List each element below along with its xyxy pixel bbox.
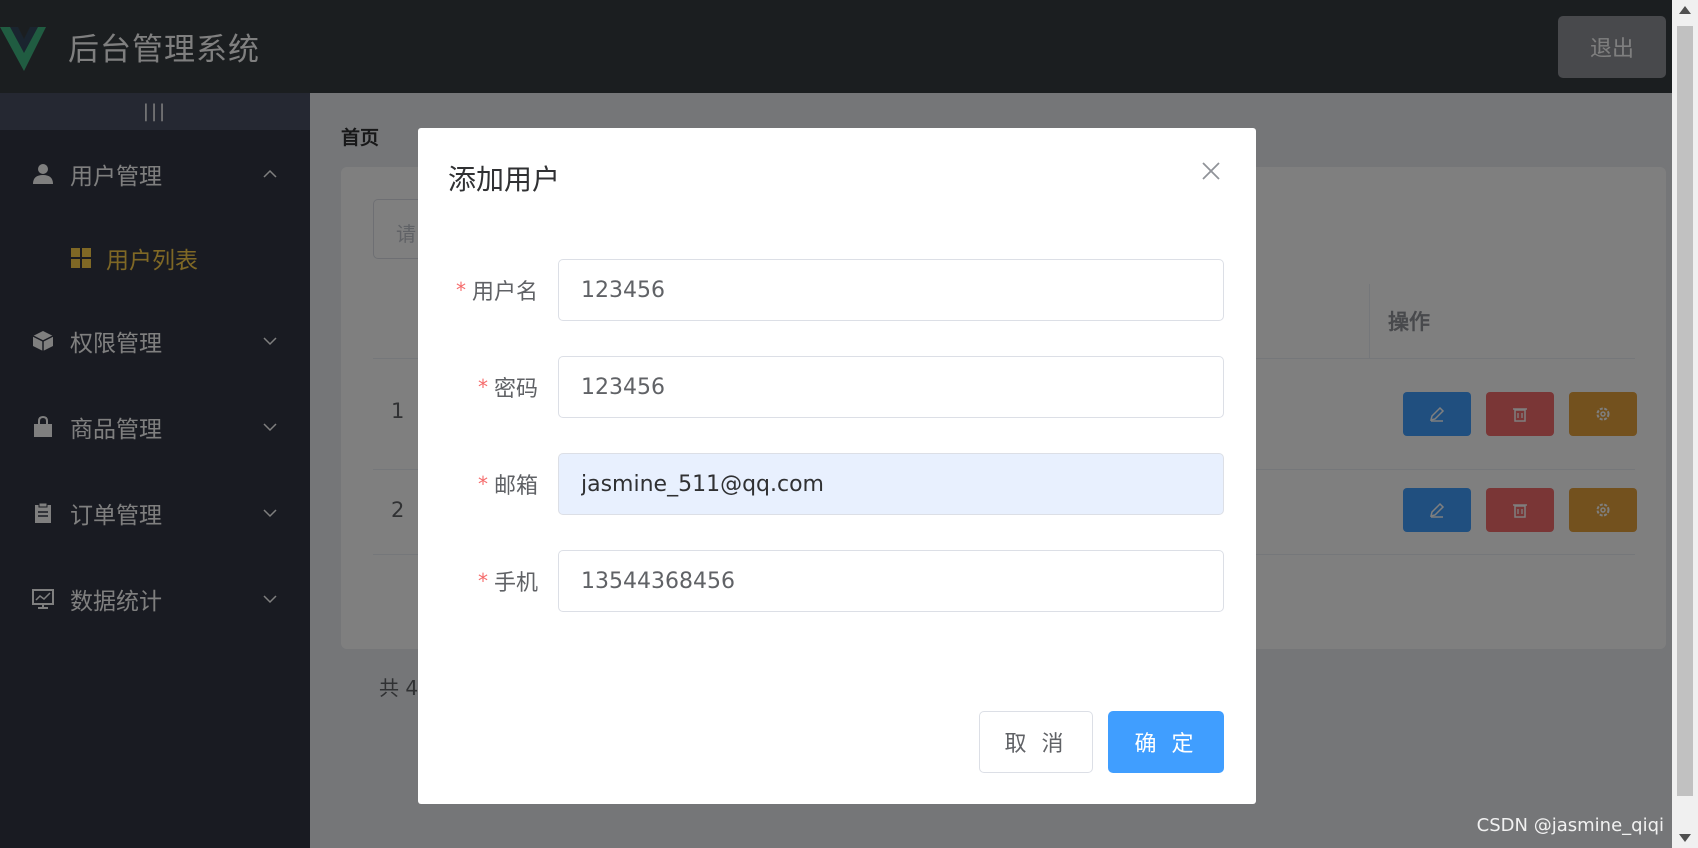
- required-mark: *: [477, 569, 488, 593]
- required-mark: *: [477, 375, 488, 399]
- mobile-input[interactable]: [558, 550, 1224, 612]
- scroll-up-icon[interactable]: [1679, 6, 1691, 14]
- required-mark: *: [477, 472, 488, 496]
- username-input[interactable]: [558, 259, 1224, 321]
- close-icon[interactable]: [1200, 160, 1222, 182]
- password-input[interactable]: [558, 356, 1224, 418]
- scrollbar-thumb[interactable]: [1677, 26, 1693, 796]
- form-item-email: * 邮箱: [418, 453, 1256, 515]
- dialog-title: 添加用户: [448, 163, 561, 196]
- form-label: * 手机: [477, 569, 538, 596]
- email-input[interactable]: [558, 453, 1224, 515]
- add-user-dialog: 添加用户 *用户名 *密码 *邮箱 *手机 取 消 确 定: [418, 128, 1256, 804]
- required-mark: *: [455, 278, 466, 302]
- watermark: CSDN @jasmine_qiqi: [1476, 815, 1664, 836]
- form-item-mobile: * 手机: [418, 550, 1256, 612]
- form-label: * 密码: [477, 375, 538, 402]
- confirm-button[interactable]: 确 定: [1108, 711, 1224, 773]
- scroll-down-icon[interactable]: [1679, 834, 1691, 842]
- form-label: * 用户名: [455, 278, 538, 305]
- form-item-username: * 用户名: [418, 259, 1256, 321]
- cancel-button[interactable]: 取 消: [979, 711, 1093, 773]
- form-label: * 邮箱: [477, 472, 538, 499]
- form-item-password: * 密码: [418, 356, 1256, 418]
- page-scrollbar[interactable]: [1672, 0, 1698, 848]
